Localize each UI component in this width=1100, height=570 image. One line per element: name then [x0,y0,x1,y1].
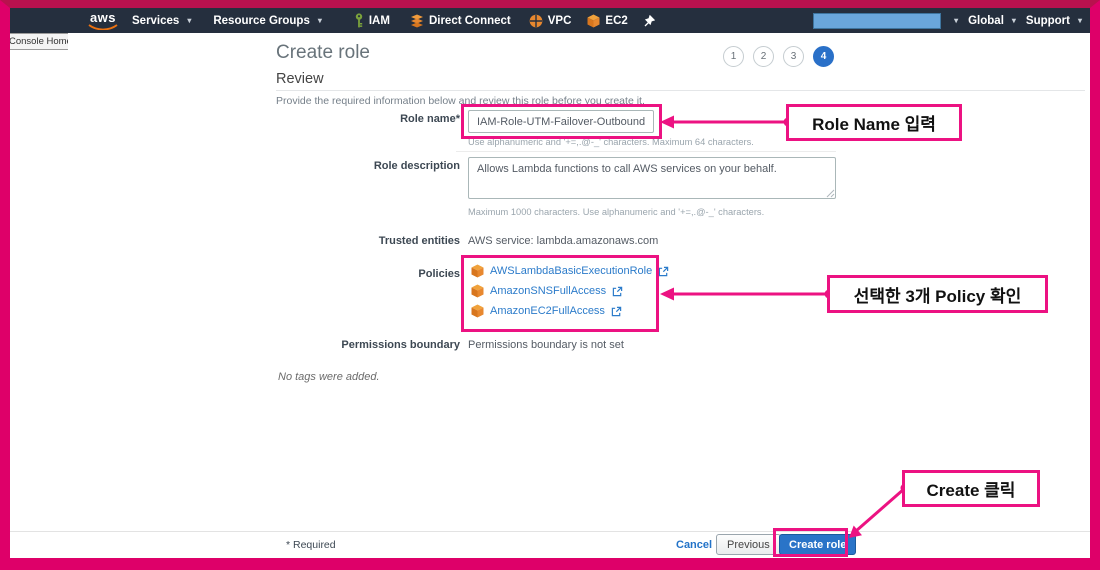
policy-cube-icon [471,304,484,318]
arrow-create [849,484,910,539]
top-navbar: aws Services ▾ Resource Groups ▾ IAM [10,8,1090,33]
role-description-label: Role description [276,160,460,172]
pin-button[interactable] [644,15,655,27]
arrow-role-name [660,116,793,129]
region-menu[interactable]: Global ▾ [968,15,1016,27]
external-link-icon [612,286,623,297]
cube-icon [587,14,600,28]
nav-shortcut-vpc[interactable]: VPC [529,14,572,28]
page-title: Create role [276,42,370,64]
policy-cube-icon [471,284,484,298]
step-3[interactable]: 3 [783,46,804,67]
aws-logo[interactable]: aws [88,11,118,30]
policy-row[interactable]: AWSLambdaBasicExecutionRole [471,261,669,281]
nav-ec2-label: EC2 [605,15,627,27]
policy-list: AWSLambdaBasicExecutionRole AmazonSNSFul… [471,261,669,321]
aws-logo-text: aws [90,11,116,24]
key-icon [354,13,364,28]
nav-services-label: Services [132,15,179,27]
annotation-policies: 선택한 3개 Policy 확인 [827,275,1048,313]
policy-link[interactable]: AmazonSNSFullAccess [490,285,606,297]
region-label: Global [968,15,1004,27]
previous-button[interactable]: Previous [716,534,781,555]
external-link-icon [611,306,622,317]
support-menu[interactable]: Support ▾ [1026,15,1082,27]
section-description: Provide the required information below a… [276,95,645,107]
step-4-active[interactable]: 4 [813,46,834,67]
create-role-button[interactable]: Create role [779,534,856,555]
nav-resource-groups-label: Resource Groups [213,15,310,27]
chevron-down-icon: ▾ [318,16,322,25]
annotation-role-name: Role Name 입력 [786,104,962,141]
navbar-right-cluster: ▾ Global ▾ Support ▾ [813,13,1082,29]
cancel-link[interactable]: Cancel [676,539,712,551]
nav-services[interactable]: Services ▾ [132,15,191,27]
vpc-icon [529,14,543,28]
policy-link[interactable]: AmazonEC2FullAccess [490,305,605,317]
console-home-tooltip: Console Home [10,33,68,50]
role-description-textarea[interactable]: Allows Lambda functions to call AWS serv… [468,157,836,199]
permissions-boundary-value: Permissions boundary is not set [468,339,624,351]
support-label: Support [1026,15,1070,27]
layers-icon [410,14,424,28]
trusted-entities-label: Trusted entities [276,235,460,247]
role-description-help: Maximum 1000 characters. Use alphanumeri… [468,207,764,217]
chevron-down-icon: ▾ [1012,16,1016,25]
divider [276,90,1085,91]
aws-smile-icon [88,24,118,30]
role-name-help: Use alphanumeric and '+=,.@-_' character… [468,137,754,147]
nav-shortcut-ec2[interactable]: EC2 [587,14,627,28]
chevron-down-icon: ▾ [1078,16,1082,25]
divider [456,151,836,152]
nav-shortcut-direct-connect[interactable]: Direct Connect [410,14,511,28]
nav-shortcut-iam[interactable]: IAM [354,13,390,28]
policies-label: Policies [276,268,460,280]
nav-vpc-label: VPC [548,15,572,27]
chevron-down-icon[interactable]: ▾ [954,16,958,25]
account-menu-redacted[interactable] [813,13,941,29]
section-title: Review [276,71,324,87]
chevron-down-icon: ▾ [187,16,191,25]
policy-row[interactable]: AmazonSNSFullAccess [471,281,669,301]
required-note: * Required [286,539,336,551]
tooltip-clip: Console Home [10,31,68,50]
annotation-create: Create 클릭 [902,470,1040,507]
pushpin-icon [644,15,655,27]
nav-iam-label: IAM [369,15,390,27]
step-1[interactable]: 1 [723,46,744,67]
role-name-input[interactable] [468,110,654,133]
nav-direct-connect-label: Direct Connect [429,15,511,27]
trusted-entities-value: AWS service: lambda.amazonaws.com [468,235,658,247]
policy-row[interactable]: AmazonEC2FullAccess [471,301,669,321]
arrow-policies [660,288,834,301]
tags-note: No tags were added. [278,371,380,383]
wizard-steps: 1 2 3 4 [723,46,834,67]
step-2[interactable]: 2 [753,46,774,67]
permissions-boundary-label: Permissions boundary [276,339,460,351]
external-link-icon [658,266,669,277]
policy-link[interactable]: AWSLambdaBasicExecutionRole [490,265,652,277]
aws-console-page: aws Services ▾ Resource Groups ▾ IAM [0,0,1100,570]
divider [10,531,1090,532]
role-name-label: Role name* [276,113,460,125]
nav-resource-groups[interactable]: Resource Groups ▾ [213,15,322,27]
policy-cube-icon [471,264,484,278]
